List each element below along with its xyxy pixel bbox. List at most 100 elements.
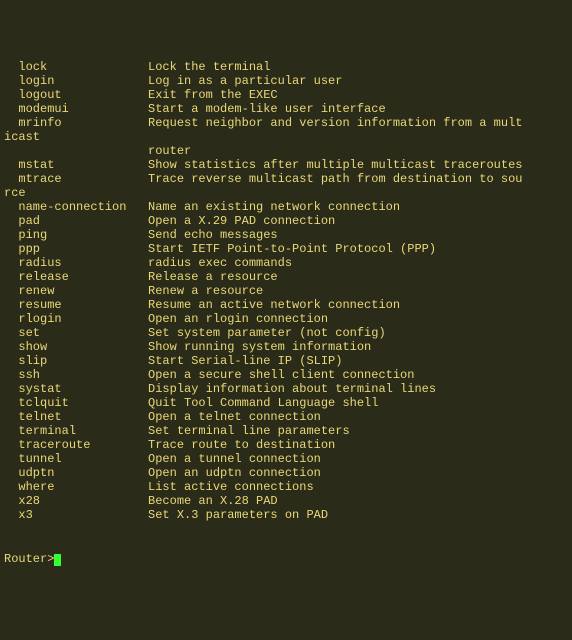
help-row: pingSend echo messages: [4, 228, 568, 242]
command-description: Set X.3 parameters on PAD: [148, 508, 328, 522]
command-description: radius exec commands: [148, 256, 292, 270]
help-row: tclquitQuit Tool Command Language shell: [4, 396, 568, 410]
help-row: udptnOpen an udptn connection: [4, 466, 568, 480]
command-name: tclquit: [18, 396, 148, 410]
help-row: renewRenew a resource: [4, 284, 568, 298]
help-row: terminalSet terminal line parameters: [4, 424, 568, 438]
command-description: List active connections: [148, 480, 314, 494]
command-name: systat: [18, 382, 148, 396]
command-description: Open a secure shell client connection: [148, 368, 414, 382]
help-row: lockLock the terminal: [4, 60, 568, 74]
command-description: Open an udptn connection: [148, 466, 321, 480]
help-row: rce: [4, 186, 568, 200]
command-name: resume: [18, 298, 148, 312]
command-name: traceroute: [18, 438, 148, 452]
command-description: Display information about terminal lines: [148, 382, 436, 396]
help-row: modemuiStart a modem-like user interface: [4, 102, 568, 116]
command-name: x3: [18, 508, 148, 522]
command-name: ping: [18, 228, 148, 242]
command-description: Start a modem-like user interface: [148, 102, 386, 116]
help-row: mrinfoRequest neighbor and version infor…: [4, 116, 568, 130]
command-description: Show statistics after multiple multicast…: [148, 158, 522, 172]
help-row: mtraceTrace reverse multicast path from …: [4, 172, 568, 186]
command-name: show: [18, 340, 148, 354]
command-name: mtrace: [18, 172, 148, 186]
command-description: Request neighbor and version information…: [148, 116, 522, 130]
command-description: Lock the terminal: [148, 60, 270, 74]
command-name: name-connection: [18, 200, 148, 214]
command-name: radius: [18, 256, 148, 270]
command-name: release: [18, 270, 148, 284]
command-description: Trace reverse multicast path from destin…: [148, 172, 522, 186]
help-row: whereList active connections: [4, 480, 568, 494]
command-name: slip: [18, 354, 148, 368]
command-name: tunnel: [18, 452, 148, 466]
command-description: Quit Tool Command Language shell: [148, 396, 378, 410]
help-row: tunnelOpen a tunnel connection: [4, 452, 568, 466]
command-name: udptn: [18, 466, 148, 480]
command-name: rlogin: [18, 312, 148, 326]
command-name: mrinfo: [18, 116, 148, 130]
command-name: ppp: [18, 242, 148, 256]
command-description: Send echo messages: [148, 228, 278, 242]
help-row: router: [4, 144, 568, 158]
help-continuation: icast: [4, 130, 40, 144]
help-row: slipStart Serial-line IP (SLIP): [4, 354, 568, 368]
command-description: Set system parameter (not config): [148, 326, 386, 340]
command-description: Exit from the EXEC: [148, 88, 278, 102]
command-name: login: [18, 74, 148, 88]
command-description: Set terminal line parameters: [148, 424, 350, 438]
help-row: x3Set X.3 parameters on PAD: [4, 508, 568, 522]
command-description: Show running system information: [148, 340, 371, 354]
help-row: rloginOpen an rlogin connection: [4, 312, 568, 326]
command-description: Start IETF Point-to-Point Protocol (PPP): [148, 242, 436, 256]
help-row: radiusradius exec commands: [4, 256, 568, 270]
help-row: icast: [4, 130, 568, 144]
command-description: Start Serial-line IP (SLIP): [148, 354, 342, 368]
command-description: Open an rlogin connection: [148, 312, 328, 326]
help-continuation: rce: [4, 186, 26, 200]
help-continuation: router: [148, 144, 191, 158]
command-name: renew: [18, 284, 148, 298]
command-description: Open a tunnel connection: [148, 452, 321, 466]
command-description: Log in as a particular user: [148, 74, 342, 88]
help-row: releaseRelease a resource: [4, 270, 568, 284]
command-name: ssh: [18, 368, 148, 382]
command-name: x28: [18, 494, 148, 508]
command-name: telnet: [18, 410, 148, 424]
help-row: logoutExit from the EXEC: [4, 88, 568, 102]
help-row: mstatShow statistics after multiple mult…: [4, 158, 568, 172]
terminal-output: lockLock the terminal loginLog in as a p…: [4, 60, 568, 522]
help-row: sshOpen a secure shell client connection: [4, 368, 568, 382]
help-row: systatDisplay information about terminal…: [4, 382, 568, 396]
command-name: logout: [18, 88, 148, 102]
command-description: Open a telnet connection: [148, 410, 321, 424]
help-row: resumeResume an active network connectio…: [4, 298, 568, 312]
command-description: Resume an active network connection: [148, 298, 400, 312]
command-name: where: [18, 480, 148, 494]
help-row: setSet system parameter (not config): [4, 326, 568, 340]
command-name: pad: [18, 214, 148, 228]
command-name: set: [18, 326, 148, 340]
help-row: loginLog in as a particular user: [4, 74, 568, 88]
help-row: showShow running system information: [4, 340, 568, 354]
command-description: Trace route to destination: [148, 438, 335, 452]
command-name: modemui: [18, 102, 148, 116]
command-description: Open a X.29 PAD connection: [148, 214, 335, 228]
command-description: Release a resource: [148, 270, 278, 284]
help-row: pppStart IETF Point-to-Point Protocol (P…: [4, 242, 568, 256]
command-name: terminal: [18, 424, 148, 438]
prompt-text: Router>: [4, 552, 54, 566]
command-name: lock: [18, 60, 148, 74]
command-description: Renew a resource: [148, 284, 263, 298]
command-description: Become an X.28 PAD: [148, 494, 278, 508]
help-row: tracerouteTrace route to destination: [4, 438, 568, 452]
help-row: padOpen a X.29 PAD connection: [4, 214, 568, 228]
help-row: x28Become an X.28 PAD: [4, 494, 568, 508]
cursor: [54, 554, 61, 566]
help-row: telnetOpen a telnet connection: [4, 410, 568, 424]
command-name: mstat: [18, 158, 148, 172]
help-row: name-connectionName an existing network …: [4, 200, 568, 214]
prompt-line[interactable]: Router>: [4, 552, 568, 566]
command-description: Name an existing network connection: [148, 200, 400, 214]
